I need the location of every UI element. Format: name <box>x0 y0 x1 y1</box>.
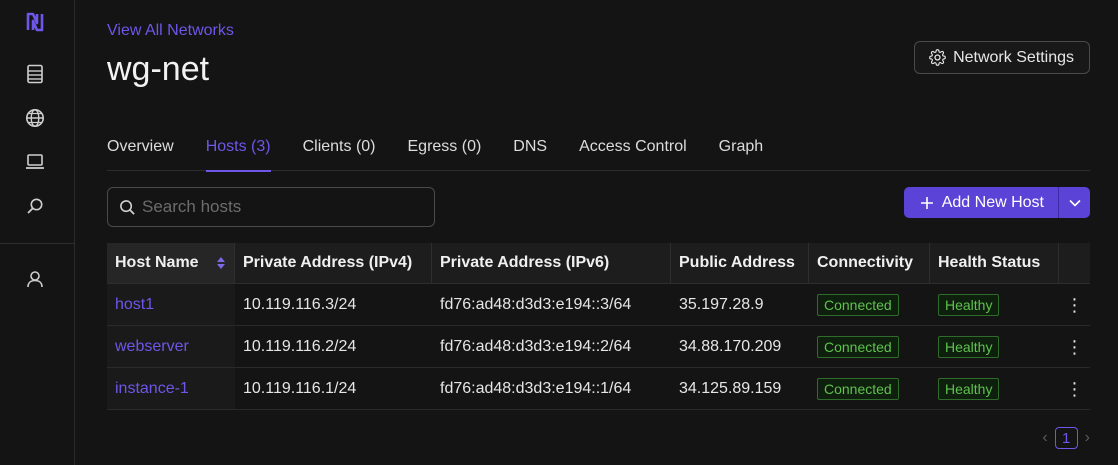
page-title: wg-net <box>107 50 210 88</box>
table-row: instance-1 10.119.116.1/24 fd76:ad48:d3d… <box>107 368 1090 410</box>
chevron-down-icon <box>1068 199 1081 207</box>
tab-dns[interactable]: DNS <box>513 128 547 171</box>
tab-graph[interactable]: Graph <box>719 128 763 171</box>
connectivity-badge: Connected <box>817 293 899 316</box>
cell-ipv4: 10.119.116.1/24 <box>243 379 357 397</box>
hosts-icon[interactable] <box>23 62 47 86</box>
tab-clients[interactable]: Clients (0) <box>303 128 376 171</box>
header-actions <box>1059 243 1090 283</box>
gear-icon <box>929 49 946 66</box>
header-private-ipv4[interactable]: Private Address (IPv4) <box>235 243 432 283</box>
cell-public-address: 35.197.28.9 <box>679 295 764 313</box>
hosts-table: Host Name Private Address (IPv4) Private… <box>107 243 1090 410</box>
cell-public-address: 34.125.89.159 <box>679 379 782 397</box>
more-options-icon[interactable]: ⋮ <box>1066 338 1084 356</box>
tab-bar: Overview Hosts (3) Clients (0) Egress (0… <box>107 128 1090 172</box>
prev-page-icon[interactable]: ‹ <box>1042 429 1047 447</box>
add-host-button-group: Add New Host <box>903 187 1090 218</box>
main-content: View All Networks wg-net Network Setting… <box>75 0 1118 465</box>
pagination: ‹ 1 › <box>1042 427 1090 449</box>
network-settings-button[interactable]: Network Settings <box>914 41 1090 74</box>
next-page-icon[interactable]: › <box>1085 429 1090 447</box>
header-host-name[interactable]: Host Name <box>107 243 235 283</box>
table-row: host1 10.119.116.3/24 fd76:ad48:d3d3:e19… <box>107 284 1090 326</box>
laptop-icon[interactable] <box>23 150 47 174</box>
cell-ipv4: 10.119.116.3/24 <box>243 295 357 313</box>
host-name-link[interactable]: instance-1 <box>115 380 189 398</box>
add-new-host-button[interactable]: Add New Host <box>904 187 1058 218</box>
plus-icon <box>920 196 933 209</box>
tab-access-control[interactable]: Access Control <box>579 128 687 171</box>
cell-ipv6: fd76:ad48:d3d3:e194::1/64 <box>440 379 632 397</box>
health-badge: Healthy <box>938 377 1000 400</box>
add-new-host-label: Add New Host <box>941 193 1044 211</box>
header-private-ipv6[interactable]: Private Address (IPv6) <box>432 243 671 283</box>
search-icon[interactable] <box>23 194 47 218</box>
header-host-name-label: Host Name <box>115 254 199 271</box>
tab-overview[interactable]: Overview <box>107 128 174 171</box>
sort-icon[interactable] <box>216 255 226 271</box>
header-connectivity[interactable]: Connectivity <box>809 243 930 283</box>
sidebar-divider <box>0 243 75 244</box>
search-input[interactable] <box>142 197 422 217</box>
user-icon[interactable] <box>23 267 47 291</box>
header-public-address[interactable]: Public Address <box>671 243 809 283</box>
cell-ipv6: fd76:ad48:d3d3:e194::3/64 <box>440 295 632 313</box>
search-box <box>107 187 435 227</box>
cell-ipv6: fd76:ad48:d3d3:e194::2/64 <box>440 337 632 355</box>
health-badge: Healthy <box>938 335 1000 358</box>
health-badge: Healthy <box>938 293 1000 316</box>
breadcrumb-view-all-networks[interactable]: View All Networks <box>107 22 234 40</box>
search-icon <box>120 199 135 215</box>
cell-ipv4: 10.119.116.2/24 <box>243 337 357 355</box>
sidebar <box>0 0 75 465</box>
connectivity-badge: Connected <box>817 377 899 400</box>
network-settings-label: Network Settings <box>953 48 1074 66</box>
globe-icon[interactable] <box>23 106 47 130</box>
cell-public-address: 34.88.170.209 <box>679 337 782 355</box>
tab-hosts[interactable]: Hosts (3) <box>205 128 271 172</box>
tab-egress[interactable]: Egress (0) <box>408 128 482 171</box>
host-name-link[interactable]: host1 <box>115 296 154 314</box>
add-host-dropdown-button[interactable] <box>1059 187 1090 218</box>
table-header: Host Name Private Address (IPv4) Private… <box>107 243 1090 284</box>
more-options-icon[interactable]: ⋮ <box>1066 296 1084 314</box>
logo-icon[interactable] <box>23 10 47 34</box>
header-health-status[interactable]: Health Status <box>930 243 1059 283</box>
page-number-button[interactable]: 1 <box>1054 427 1078 449</box>
host-name-link[interactable]: webserver <box>115 338 189 356</box>
table-row: webserver 10.119.116.2/24 fd76:ad48:d3d3… <box>107 326 1090 368</box>
connectivity-badge: Connected <box>817 335 899 358</box>
more-options-icon[interactable]: ⋮ <box>1066 380 1084 398</box>
